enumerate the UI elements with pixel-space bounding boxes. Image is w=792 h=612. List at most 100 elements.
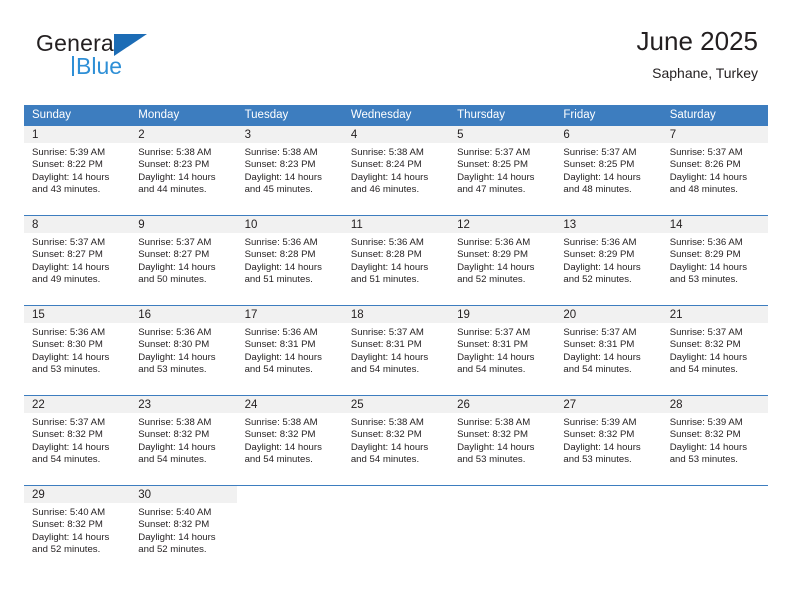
calendar-day-cell[interactable] bbox=[236, 485, 343, 575]
sunset-text: Sunset: 8:31 PM bbox=[244, 339, 316, 351]
column-header-saturday: Saturday bbox=[661, 105, 768, 125]
day-details: Sunrise: 5:36 AM Sunset: 8:30 PM Daylight:… bbox=[24, 323, 130, 377]
day-cell-content: 19 Sunrise: 5:37 AM Sunset: 8:31 PM Dayligh… bbox=[449, 305, 556, 395]
sunset-text: Sunset: 8:28 PM bbox=[350, 249, 422, 261]
calendar-day-cell[interactable]: 10 Sunrise: 5:36 AM Sunset: 8:28 PM Dayligh… bbox=[236, 215, 343, 305]
daylight-text-line2: and 54 minutes. bbox=[457, 364, 526, 376]
calendar-day-cell[interactable]: 7 Sunrise: 5:37 AM Sunset: 8:26 PM Daylight… bbox=[661, 125, 768, 215]
day-number: 15 bbox=[24, 306, 131, 323]
day-cell-empty bbox=[449, 485, 556, 575]
calendar-day-cell[interactable]: 16 Sunrise: 5:36 AM Sunset: 8:30 PM Dayligh… bbox=[130, 305, 237, 395]
day-cell-content: 1 Sunrise: 5:39 AM Sunset: 8:22 PM Daylight… bbox=[24, 125, 131, 215]
calendar-day-cell[interactable]: 29 Sunrise: 5:40 AM Sunset: 8:32 PM Dayligh… bbox=[24, 485, 131, 575]
sunrise-text: Sunrise: 5:36 AM bbox=[32, 327, 106, 338]
daylight-text-line2: and 54 minutes. bbox=[350, 364, 420, 376]
day-number: 16 bbox=[130, 306, 237, 323]
sunset-text: Sunset: 8:25 PM bbox=[457, 159, 529, 171]
calendar-day-cell[interactable] bbox=[342, 485, 450, 575]
daylight-text-line1: Daylight: 14 hours bbox=[244, 261, 322, 273]
sunrise-text: Sunrise: 5:38 AM bbox=[244, 147, 318, 158]
calendar-day-cell[interactable]: 25 Sunrise: 5:38 AM Sunset: 8:32 PM Dayligh… bbox=[342, 395, 450, 485]
daylight-text-line1: Daylight: 14 hours bbox=[563, 171, 641, 183]
calendar-day-cell[interactable]: 17 Sunrise: 5:36 AM Sunset: 8:31 PM Dayligh… bbox=[236, 305, 343, 395]
sunrise-text: Sunrise: 5:37 AM bbox=[32, 417, 106, 428]
calendar-day-cell[interactable]: 30 Sunrise: 5:40 AM Sunset: 8:32 PM Dayligh… bbox=[130, 485, 237, 575]
calendar-day-cell[interactable]: 6 Sunrise: 5:37 AM Sunset: 8:25 PM Daylight… bbox=[555, 125, 662, 215]
daylight-text-line2: and 54 minutes. bbox=[244, 454, 313, 466]
day-details: Sunrise: 5:36 AM Sunset: 8:28 PM Daylight:… bbox=[237, 233, 343, 287]
daylight-text-line2: and 51 minutes. bbox=[350, 274, 420, 286]
calendar-day-cell[interactable]: 26 Sunrise: 5:38 AM Sunset: 8:32 PM Dayligh… bbox=[449, 395, 556, 485]
calendar-day-cell[interactable]: 23 Sunrise: 5:38 AM Sunset: 8:32 PM Dayligh… bbox=[130, 395, 237, 485]
daylight-text-line2: and 53 minutes. bbox=[32, 364, 101, 376]
calendar-day-cell[interactable]: 19 Sunrise: 5:37 AM Sunset: 8:31 PM Dayligh… bbox=[449, 305, 556, 395]
calendar-day-cell[interactable]: 4 Sunrise: 5:38 AM Sunset: 8:24 PM Daylight… bbox=[342, 125, 450, 215]
day-details: Sunrise: 5:38 AM Sunset: 8:32 PM Daylight:… bbox=[449, 413, 555, 467]
calendar-day-cell[interactable]: 1 Sunrise: 5:39 AM Sunset: 8:22 PM Daylight… bbox=[24, 125, 131, 215]
calendar-day-cell[interactable]: 21 Sunrise: 5:37 AM Sunset: 8:32 PM Dayligh… bbox=[661, 305, 768, 395]
daylight-text-line1: Daylight: 14 hours bbox=[32, 261, 110, 273]
daylight-text-line2: and 54 minutes. bbox=[350, 454, 420, 466]
day-cell-content: 26 Sunrise: 5:38 AM Sunset: 8:32 PM Dayligh… bbox=[449, 395, 556, 485]
sunrise-text: Sunrise: 5:38 AM bbox=[350, 147, 424, 158]
calendar-day-cell[interactable]: 8 Sunrise: 5:37 AM Sunset: 8:27 PM Daylight… bbox=[24, 215, 131, 305]
calendar-day-cell[interactable]: 13 Sunrise: 5:36 AM Sunset: 8:29 PM Dayligh… bbox=[555, 215, 662, 305]
day-number: 5 bbox=[449, 126, 556, 143]
calendar-week-row: 22 Sunrise: 5:37 AM Sunset: 8:32 PM Dayligh… bbox=[24, 395, 768, 485]
sunset-text: Sunset: 8:24 PM bbox=[350, 159, 422, 171]
daylight-text-line1: Daylight: 14 hours bbox=[669, 441, 748, 453]
day-cell-content: 11 Sunrise: 5:36 AM Sunset: 8:28 PM Dayligh… bbox=[342, 215, 450, 305]
calendar-day-cell[interactable]: 28 Sunrise: 5:39 AM Sunset: 8:32 PM Dayligh… bbox=[661, 395, 768, 485]
day-details: Sunrise: 5:36 AM Sunset: 8:29 PM Daylight:… bbox=[449, 233, 555, 287]
calendar-day-cell[interactable]: 27 Sunrise: 5:39 AM Sunset: 8:32 PM Dayligh… bbox=[555, 395, 662, 485]
calendar-day-cell[interactable] bbox=[555, 485, 662, 575]
sunset-text: Sunset: 8:32 PM bbox=[138, 519, 210, 531]
calendar-day-cell[interactable]: 22 Sunrise: 5:37 AM Sunset: 8:32 PM Dayligh… bbox=[24, 395, 131, 485]
page-title: June 2025 bbox=[636, 26, 758, 56]
sunset-text: Sunset: 8:32 PM bbox=[669, 429, 741, 441]
sunset-text: Sunset: 8:32 PM bbox=[457, 429, 529, 441]
calendar-day-cell[interactable]: 20 Sunrise: 5:37 AM Sunset: 8:31 PM Dayligh… bbox=[555, 305, 662, 395]
day-details: Sunrise: 5:37 AM Sunset: 8:31 PM Daylight:… bbox=[343, 323, 449, 377]
daylight-text-line1: Daylight: 14 hours bbox=[244, 351, 322, 363]
page-header: General Blue June 2025 Saphane, Turkey bbox=[24, 24, 768, 96]
calendar-day-cell[interactable] bbox=[661, 485, 768, 575]
column-header-wednesday: Wednesday bbox=[342, 105, 450, 125]
day-details: Sunrise: 5:38 AM Sunset: 8:23 PM Daylight:… bbox=[130, 143, 236, 197]
calendar-day-cell[interactable]: 9 Sunrise: 5:37 AM Sunset: 8:27 PM Daylight… bbox=[130, 215, 237, 305]
column-header-tuesday: Tuesday bbox=[236, 105, 343, 125]
day-details: Sunrise: 5:37 AM Sunset: 8:26 PM Daylight:… bbox=[662, 143, 768, 197]
sunrise-text: Sunrise: 5:36 AM bbox=[138, 327, 212, 338]
sunset-text: Sunset: 8:31 PM bbox=[457, 339, 529, 351]
calendar-day-cell[interactable]: 2 Sunrise: 5:38 AM Sunset: 8:23 PM Daylight… bbox=[130, 125, 237, 215]
calendar-day-cell[interactable]: 12 Sunrise: 5:36 AM Sunset: 8:29 PM Dayligh… bbox=[449, 215, 556, 305]
sunrise-text: Sunrise: 5:38 AM bbox=[457, 417, 531, 428]
day-number bbox=[236, 486, 343, 503]
calendar-day-cell[interactable]: 3 Sunrise: 5:38 AM Sunset: 8:23 PM Daylight… bbox=[236, 125, 343, 215]
day-details: Sunrise: 5:40 AM Sunset: 8:32 PM Daylight:… bbox=[24, 503, 130, 557]
daylight-text-line1: Daylight: 14 hours bbox=[457, 171, 535, 183]
general-blue-logo[interactable]: General Blue bbox=[36, 32, 186, 88]
day-number: 27 bbox=[555, 396, 662, 413]
calendar-day-cell[interactable] bbox=[449, 485, 556, 575]
day-details: Sunrise: 5:37 AM Sunset: 8:25 PM Daylight:… bbox=[449, 143, 555, 197]
daylight-text-line2: and 53 minutes. bbox=[563, 454, 632, 466]
calendar-page: General Blue June 2025 Saphane, Turkey S… bbox=[0, 0, 792, 612]
calendar-day-cell[interactable]: 15 Sunrise: 5:36 AM Sunset: 8:30 PM Dayligh… bbox=[24, 305, 131, 395]
sunrise-text: Sunrise: 5:37 AM bbox=[32, 237, 106, 248]
day-number: 9 bbox=[130, 216, 237, 233]
calendar-day-cell[interactable]: 5 Sunrise: 5:37 AM Sunset: 8:25 PM Daylight… bbox=[449, 125, 556, 215]
day-number: 22 bbox=[24, 396, 131, 413]
day-cell-content: 10 Sunrise: 5:36 AM Sunset: 8:28 PM Dayligh… bbox=[236, 215, 343, 305]
day-number: 24 bbox=[236, 396, 343, 413]
daylight-text-line1: Daylight: 14 hours bbox=[350, 171, 429, 183]
calendar-day-cell[interactable]: 11 Sunrise: 5:36 AM Sunset: 8:28 PM Dayligh… bbox=[342, 215, 450, 305]
day-cell-empty bbox=[661, 485, 768, 575]
daylight-text-line1: Daylight: 14 hours bbox=[669, 171, 748, 183]
day-cell-content: 28 Sunrise: 5:39 AM Sunset: 8:32 PM Dayligh… bbox=[661, 395, 768, 485]
calendar-day-cell[interactable]: 18 Sunrise: 5:37 AM Sunset: 8:31 PM Dayligh… bbox=[342, 305, 450, 395]
day-details: Sunrise: 5:38 AM Sunset: 8:32 PM Daylight:… bbox=[343, 413, 449, 467]
calendar-day-cell[interactable]: 24 Sunrise: 5:38 AM Sunset: 8:32 PM Dayligh… bbox=[236, 395, 343, 485]
calendar-day-cell[interactable]: 14 Sunrise: 5:36 AM Sunset: 8:29 PM Dayligh… bbox=[661, 215, 768, 305]
sunrise-text: Sunrise: 5:36 AM bbox=[244, 237, 318, 248]
